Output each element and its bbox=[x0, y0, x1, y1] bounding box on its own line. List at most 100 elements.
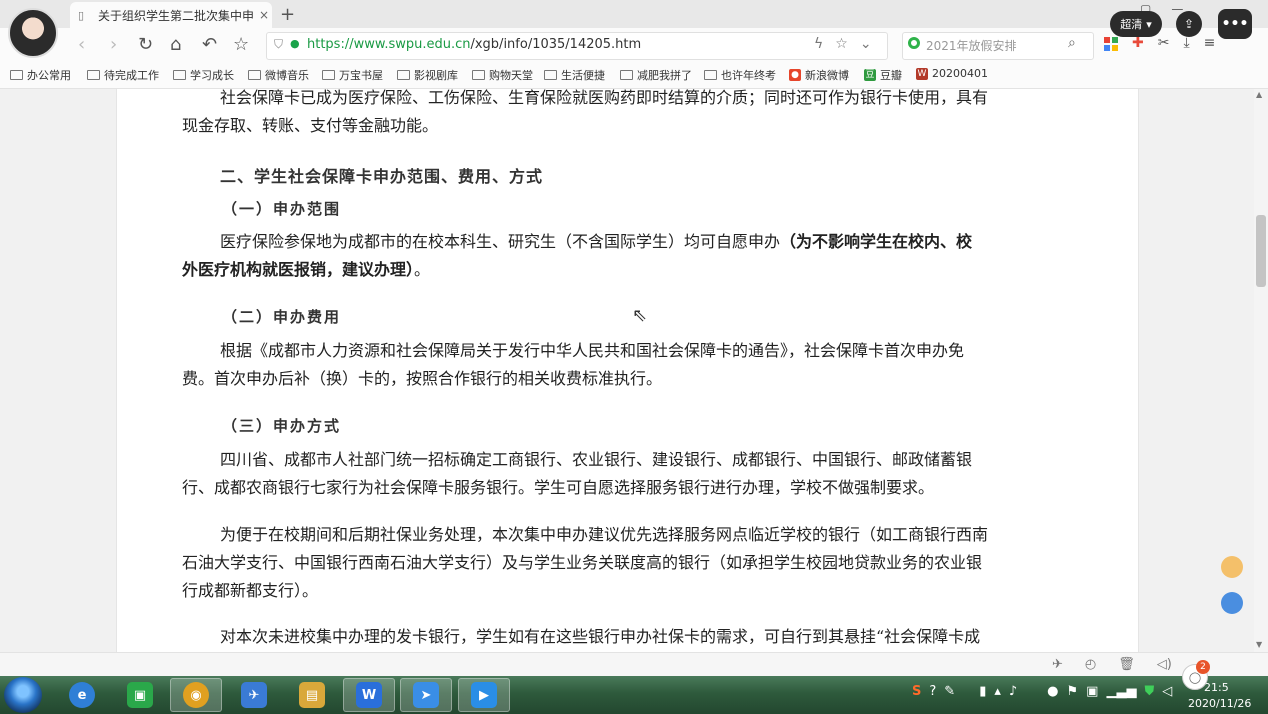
bookmark-item[interactable]: 待完成工作 bbox=[87, 67, 159, 83]
bookmark-item[interactable]: 生活便捷 bbox=[544, 67, 605, 83]
lock-icon[interactable]: ● bbox=[290, 37, 300, 50]
weibo-icon: ● bbox=[789, 69, 801, 81]
browser-tab[interactable]: ▯ 关于组织学生第二批次集中申 × bbox=[70, 2, 272, 28]
quality-select-button[interactable]: 超清 ▾ bbox=[1110, 11, 1162, 37]
url-domain: www.swpu.edu.cn bbox=[353, 37, 471, 52]
battery-icon[interactable]: ▮ bbox=[979, 684, 986, 699]
bookmark-item[interactable]: ● 新浪微博 bbox=[789, 67, 849, 83]
helper-icon bbox=[1221, 556, 1243, 578]
clock-date[interactable]: 2020/11/26 bbox=[1188, 697, 1251, 710]
qq-icon[interactable]: ● bbox=[1047, 684, 1058, 699]
clock-time[interactable]: 21:5 bbox=[1204, 681, 1229, 694]
scrollbar-thumb[interactable] bbox=[1256, 215, 1266, 287]
floating-helper-widget[interactable] bbox=[1219, 552, 1245, 624]
more-dots-icon: ••• bbox=[1221, 16, 1249, 32]
taskbar-app-video[interactable]: ▶ bbox=[458, 678, 510, 712]
tab-title: 关于组织学生第二批次集中申 bbox=[98, 8, 255, 23]
rocket-icon[interactable]: ✈ bbox=[1052, 657, 1063, 672]
speed-icon[interactable]: ◴ bbox=[1085, 657, 1096, 672]
flag-icon[interactable]: ⚑ bbox=[1067, 684, 1079, 699]
share-icon: ⇪ bbox=[1183, 17, 1195, 31]
url-text[interactable]: https://www.swpu.edu.cn/xgb/info/1035/14… bbox=[307, 37, 641, 52]
lightning-icon[interactable]: ϟ bbox=[814, 36, 823, 52]
url-path: /xgb/info/1035/14205.htm bbox=[470, 37, 642, 52]
back-icon[interactable]: ‹ bbox=[78, 34, 85, 55]
folder-icon bbox=[248, 70, 261, 80]
menu-icon[interactable]: ≡ bbox=[1204, 35, 1216, 51]
section-heading: 二、学生社会保障卡申办范围、费用、方式 bbox=[220, 167, 544, 186]
video-icon: ▶ bbox=[471, 682, 497, 708]
network-icon[interactable]: ▁▃▅ bbox=[1106, 684, 1136, 699]
security-tray-icon[interactable]: ⛊ bbox=[1144, 684, 1154, 699]
game-icon[interactable]: ✚ bbox=[1132, 35, 1144, 51]
chevron-down-icon[interactable]: ⌄ bbox=[860, 36, 872, 52]
bell-icon[interactable]: ♪ bbox=[1009, 684, 1017, 699]
trash-icon[interactable]: 🗑 bbox=[1118, 657, 1135, 672]
taskbar-app-chrome[interactable]: ◉ bbox=[170, 678, 222, 712]
search-engine-icon bbox=[908, 37, 920, 49]
feishu-icon: ✈ bbox=[241, 682, 267, 708]
search-icon[interactable]: ⌕ bbox=[1068, 35, 1076, 51]
paragraph-method: 四川省、成都市人社部门统一招标确定工商银行、农业银行、建设银行、成都银行、中国银… bbox=[182, 450, 973, 497]
sogou-input-icon[interactable]: S bbox=[912, 684, 921, 699]
bookmark-item[interactable]: 减肥我拼了 bbox=[620, 67, 692, 83]
apps-grid-icon[interactable] bbox=[1104, 37, 1118, 51]
security-shield-icon[interactable]: ⛉ bbox=[274, 37, 283, 52]
douban-icon: 豆 bbox=[864, 69, 876, 81]
favorite-star-icon[interactable]: ☆ bbox=[233, 34, 249, 55]
forward-icon[interactable]: › bbox=[110, 34, 117, 55]
document-icon: ▯ bbox=[78, 8, 85, 22]
scroll-down-icon[interactable]: ▼ bbox=[1256, 640, 1262, 649]
tray-expand-icon[interactable]: ▴ bbox=[994, 684, 1001, 699]
start-button[interactable] bbox=[4, 677, 42, 713]
user-avatar[interactable] bbox=[8, 8, 58, 58]
scissors-icon[interactable]: ✂ bbox=[1158, 35, 1170, 51]
bookmark-item[interactable]: 也许年终考 bbox=[704, 67, 776, 83]
reload-icon[interactable]: ↻ bbox=[138, 34, 153, 55]
download-icon[interactable]: ⤓ bbox=[1183, 35, 1189, 51]
wps-icon: W bbox=[356, 682, 382, 708]
home-icon[interactable]: ⌂ bbox=[170, 34, 181, 55]
search-input[interactable]: 2021年放假安排 bbox=[926, 37, 1017, 54]
bookmark-item[interactable]: 学习成长 bbox=[173, 67, 234, 83]
pen-icon[interactable]: ✎ bbox=[944, 684, 955, 699]
more-options-button[interactable]: ••• bbox=[1218, 9, 1252, 39]
bookmark-item[interactable]: 影视剧库 bbox=[397, 67, 458, 83]
folder-icon bbox=[173, 70, 186, 80]
volume-icon[interactable]: ◁ bbox=[1162, 684, 1172, 699]
wechat-icon: ▣ bbox=[127, 682, 153, 708]
taskbar-app-wechat[interactable]: ▣ bbox=[114, 678, 166, 712]
folder-icon bbox=[322, 70, 335, 80]
tab-close-icon[interactable]: × bbox=[256, 8, 272, 22]
scroll-up-icon[interactable]: ▲ bbox=[1256, 90, 1262, 99]
speaker-icon[interactable]: ◁) bbox=[1157, 657, 1172, 672]
device-icon[interactable]: ▣ bbox=[1086, 684, 1098, 699]
bookmark-item[interactable]: 万宝书屋 bbox=[322, 67, 383, 83]
bookmark-item[interactable]: W 20200401 bbox=[916, 67, 988, 80]
share-button[interactable]: ⇪ bbox=[1176, 11, 1202, 37]
bookmark-item[interactable]: 办公常用 bbox=[10, 67, 71, 83]
paragraph-recommendation: 为便于在校期间和后期社保业务处理，本次集中申办建议优先选择服务网点临近学校的银行… bbox=[182, 525, 989, 600]
taskbar-app-explorer[interactable]: ▤ bbox=[286, 678, 338, 712]
folder-icon bbox=[544, 70, 557, 80]
folder-icon bbox=[472, 70, 485, 80]
quality-label: 超清 bbox=[1120, 18, 1143, 31]
taskbar-app-ie[interactable]: e bbox=[56, 678, 108, 712]
help-icon[interactable]: ? bbox=[929, 684, 936, 699]
undo-close-tab-icon[interactable]: ↶ bbox=[202, 34, 217, 55]
taskbar-app-wps[interactable]: W bbox=[343, 678, 395, 712]
bookmark-star-icon[interactable]: ☆ bbox=[835, 36, 848, 52]
subsection-fee: （二）申办费用 bbox=[222, 308, 342, 326]
new-tab-button[interactable]: + bbox=[280, 4, 295, 25]
taskbar-app-feishu[interactable]: ✈ bbox=[228, 678, 280, 712]
bookmark-item[interactable]: 购物天堂 bbox=[472, 67, 533, 83]
taskbar-app-dingtalk[interactable]: ➤ bbox=[400, 678, 452, 712]
vertical-scrollbar[interactable] bbox=[1254, 89, 1268, 652]
bookmark-item[interactable]: 微博音乐 bbox=[248, 67, 309, 83]
folder-icon bbox=[10, 70, 23, 80]
folder-icon bbox=[704, 70, 717, 80]
bookmark-item[interactable]: 豆豆瓣 bbox=[864, 67, 902, 83]
url-prefix: https:// bbox=[307, 37, 354, 52]
toolbar-right: ✚ ✂ ⤓ ≡ bbox=[1104, 35, 1215, 51]
bookmark-icon: W bbox=[916, 67, 928, 80]
